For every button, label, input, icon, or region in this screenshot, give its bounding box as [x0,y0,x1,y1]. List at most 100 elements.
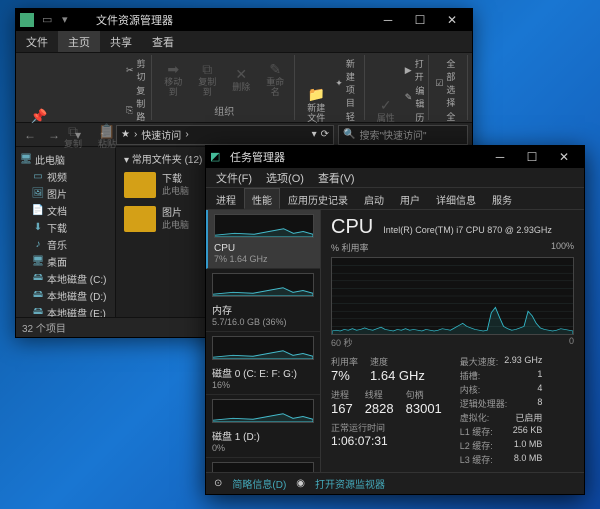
tab-home[interactable]: 主页 [58,31,100,52]
ribbon-group-select: ☑ 全部选择 ☐ 全部取消 ⇅ 反向选择 选择 [431,55,468,120]
close-button[interactable]: ✕ [436,9,468,31]
delete-button[interactable]: ✕删除 [226,57,256,101]
tree-item-icon: ⬇ [32,222,44,234]
stat-speed: 1.64 GHz [370,368,425,383]
back-button[interactable]: ← [20,125,40,145]
stat-pair: 最大速度:2.93 GHz [460,355,543,368]
tab-file[interactable]: 文件 [16,31,58,52]
ribbon-group-open: ✓属性 ▶ 打开 ✎ 编辑 ↺ 历史记录 打开 [367,55,430,120]
maximize-button[interactable]: ☐ [404,9,436,31]
moveto-button[interactable]: ➡移动到 [158,57,188,101]
stat-pair: 插槽:1 [460,369,543,382]
ribbon-group-clipboard: 📌固定到"快速访问" ⧉复制 📋粘贴 ✂ 剪切 ⎘ 复制路径 ⇲ 粘贴快捷方式 … [20,55,152,120]
tree-item[interactable]: 🖴本地磁盘 (E:) [18,304,113,317]
rename-button[interactable]: ✎重命名 [260,57,290,101]
tm-tab[interactable]: 应用历史记录 [280,188,356,209]
fewer-details-link[interactable]: 简略信息(D) [232,476,286,491]
folder-icon [124,206,156,232]
performance-sidebar[interactable]: CPU7% 1.64 GHz内存5.7/16.0 GB (36%)磁盘 0 (C… [206,210,321,472]
x-axis-right: 0 [569,336,574,349]
tm-tab[interactable]: 性能 [244,188,280,209]
refresh-icon[interactable]: ⟳ [321,129,329,140]
cpu-utilization-chart [331,257,574,335]
perf-item[interactable]: 磁盘 1 (D:)0% [206,395,320,458]
search-icon: 🔍 [343,129,355,140]
stat-threads: 2828 [365,401,394,416]
tab-share[interactable]: 共享 [100,31,142,52]
task-manager-window: ◩ 任务管理器 ─ ☐ ✕ 文件(F) 选项(O) 查看(V) 进程性能应用历史… [205,145,585,495]
x-axis-left: 60 秒 [331,336,353,349]
qat-properties-icon[interactable]: ▭ [42,13,56,27]
perf-item[interactable]: CPU7% 1.64 GHz [206,210,320,269]
newitem-button[interactable]: ✦ 新建项目 [335,57,359,109]
copy-button[interactable]: ⧉复制 [58,57,88,215]
tm-statusbar: ⊙ 简略信息(D) ◉ 打开资源监视器 [206,472,584,494]
tree-item-icon: 🖥 [32,256,44,268]
tree-item-icon: ♪ [32,239,44,251]
stat-processes: 167 [331,401,353,416]
tm-tab[interactable]: 详细信息 [428,188,484,209]
minimize-button[interactable]: ─ [372,9,404,31]
stat-pair: 内核:4 [460,383,543,396]
tm-maximize-button[interactable]: ☐ [516,146,548,168]
chevron-up-icon[interactable]: ⊙ [214,478,222,489]
menu-view[interactable]: 查看(V) [312,168,361,188]
item-count: 32 个项目 [22,320,66,335]
tm-close-button[interactable]: ✕ [548,146,580,168]
stat-handles: 83001 [406,401,442,416]
folder-icon [124,172,156,198]
taskmgr-icon: ◩ [210,150,224,164]
tm-tab[interactable]: 用户 [392,188,428,209]
tm-minimize-button[interactable]: ─ [484,146,516,168]
breadcrumb-dropdown-icon[interactable]: ▾ [312,129,317,140]
tm-tab[interactable]: 服务 [484,188,520,209]
explorer-titlebar[interactable]: ▭ ▾ 文件资源管理器 ─ ☐ ✕ [16,9,472,31]
stat-utilization: 7% [331,368,358,383]
tree-item[interactable]: ⬇下载 [18,219,113,236]
copyto-button[interactable]: ⧉复制到 [192,57,222,101]
tm-menubar: 文件(F) 选项(O) 查看(V) [206,168,584,188]
cut-button[interactable]: ✂ 剪切 [126,57,147,83]
taskmgr-titlebar[interactable]: ◩ 任务管理器 ─ ☐ ✕ [206,146,584,168]
stat-pair: 逻辑处理器:8 [460,397,543,410]
selectall-button[interactable]: ☑ 全部选择 [435,57,463,109]
ribbon-tabs: 文件 主页 共享 查看 [16,31,472,53]
taskmgr-title: 任务管理器 [230,149,285,165]
tree-item-icon: 🖴 [32,273,44,285]
star-icon: ★ [121,129,130,140]
cpu-model: Intel(R) Core(TM) i7 CPU 870 @ 2.93GHz [383,225,552,235]
tree-item-icon: 🖴 [32,307,44,318]
perf-minigraph [212,462,314,472]
performance-main: CPU Intel(R) Core(TM) i7 CPU 870 @ 2.93G… [321,210,584,472]
stat-uptime: 1:06:07:31 [331,434,442,448]
tree-item[interactable]: ♪音乐 [18,236,113,253]
menu-file[interactable]: 文件(F) [210,168,258,188]
cpu-heading: CPU [331,216,373,239]
perf-minigraph [214,214,314,238]
open-resmon-link[interactable]: 打开资源监视器 [315,476,385,491]
ribbon: 📌固定到"快速访问" ⧉复制 📋粘贴 ✂ 剪切 ⎘ 复制路径 ⇲ 粘贴快捷方式 … [16,53,472,123]
search-input[interactable]: 🔍 搜索"快速访问" [338,125,468,145]
perf-item[interactable]: 磁盘 0 (C: E: F: G:)16% [206,332,320,395]
tab-view[interactable]: 查看 [142,31,184,52]
breadcrumb-root[interactable]: 快速访问 [141,127,181,142]
tm-tab[interactable]: 进程 [208,188,244,209]
tree-item[interactable]: 🖴本地磁盘 (C:) [18,270,113,287]
ribbon-group-new: 📁新建文件夹 ✦ 新建项目 ✦ 轻松访问 新建 [297,55,364,120]
perf-item[interactable]: 内存5.7/16.0 GB (36%) [206,269,320,332]
perf-minigraph [212,336,314,360]
qat-newfolder-icon[interactable]: ▾ [62,13,76,27]
util-max: 100% [551,241,574,254]
open-button[interactable]: ▶ 打开 [405,57,425,83]
tree-item[interactable]: 🖥桌面 [18,253,113,270]
breadcrumb[interactable]: ★ › 快速访问 › ▾ ⟳ [116,125,334,145]
paste-button[interactable]: 📋粘贴 [92,57,122,215]
tree-item[interactable]: 🖴本地磁盘 (D:) [18,287,113,304]
tm-tab[interactable]: 启动 [356,188,392,209]
util-label: % 利用率 [331,241,369,254]
edit-button[interactable]: ✎ 编辑 [405,84,425,110]
tree-item-icon: 📄 [32,205,44,217]
perf-item[interactable]: 以太网发送: 0 接收: 0 Kbps [206,458,320,472]
menu-options[interactable]: 选项(O) [260,168,310,188]
explorer-icon [20,13,34,27]
